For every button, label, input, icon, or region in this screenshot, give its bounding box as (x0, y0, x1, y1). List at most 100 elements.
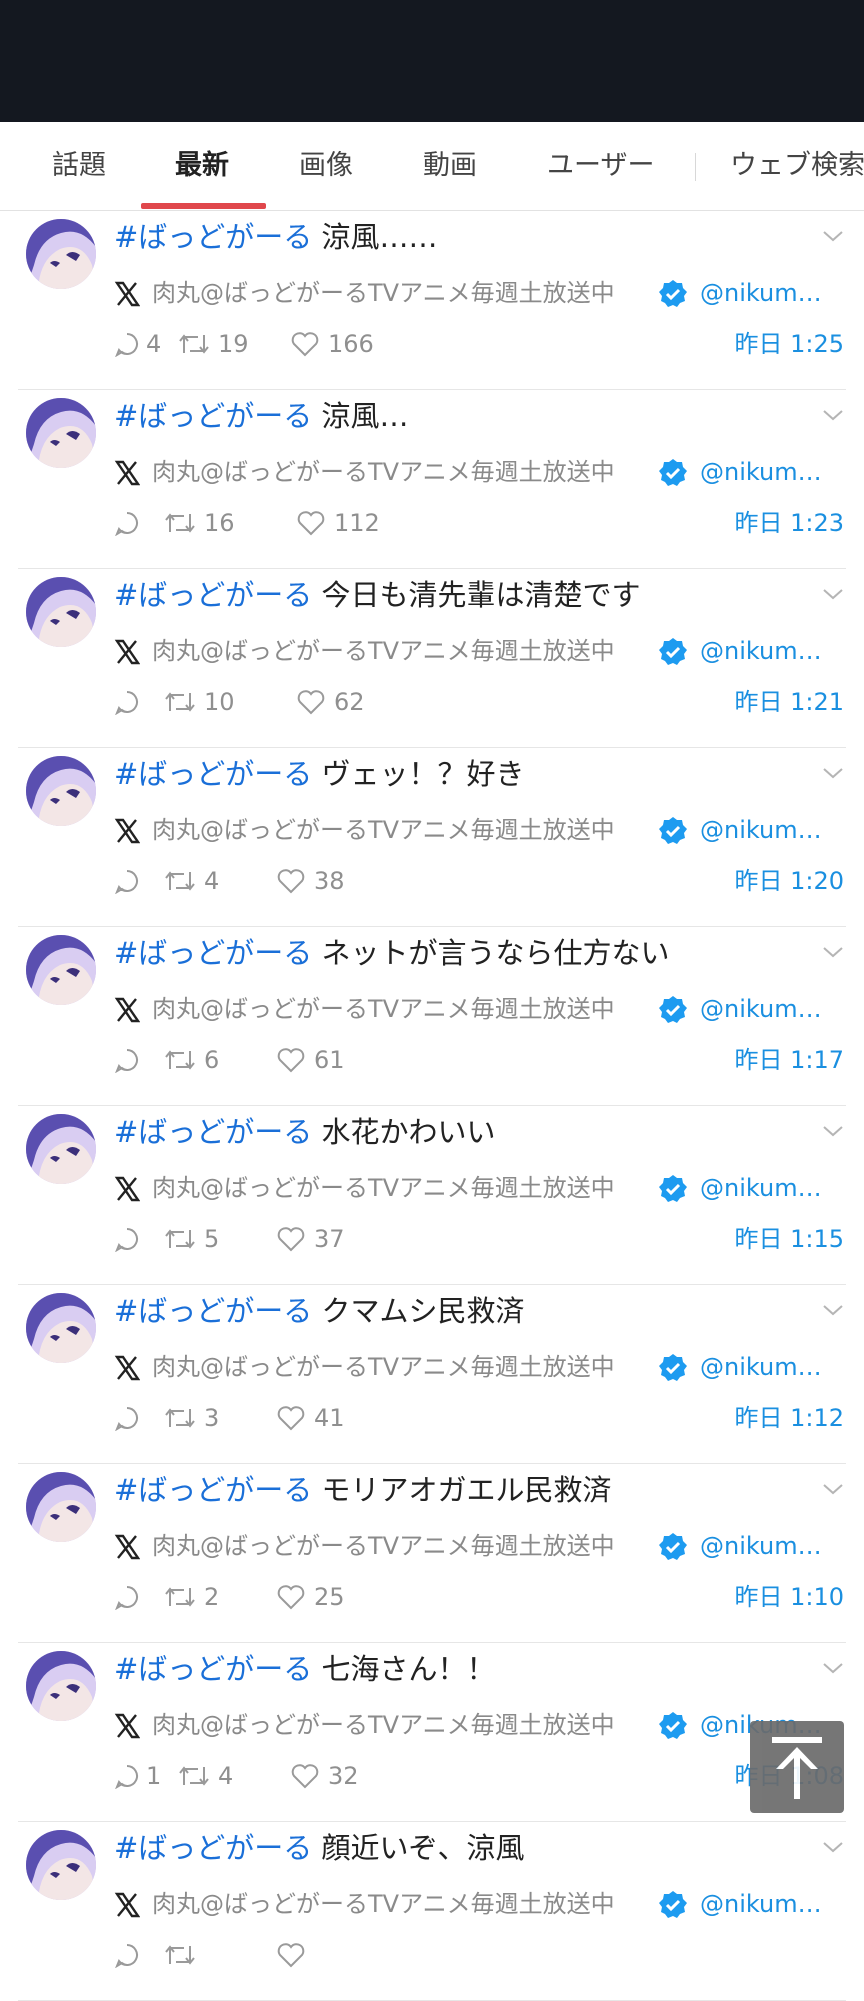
repost-count: 2 (204, 1583, 220, 1611)
chevron-down-icon[interactable] (822, 587, 844, 601)
like-count: 112 (334, 509, 380, 537)
author-name[interactable]: 肉丸@ばっどがーるTVアニメ毎週土放送中 (152, 1172, 626, 1204)
post-text: #ばっどがーる 今日も清先輩は清楚です (114, 575, 641, 615)
author-name[interactable]: 肉丸@ばっどがーるTVアニメ毎週土放送中 (152, 1351, 626, 1383)
avatar[interactable] (26, 756, 96, 826)
author-handle[interactable]: @nikumaru (700, 814, 836, 846)
hashtag-link[interactable]: #ばっどがーる (114, 1652, 312, 1686)
chevron-down-icon[interactable] (822, 408, 844, 422)
author-handle[interactable]: @nikumaru (700, 456, 836, 488)
chevron-down-icon[interactable] (822, 1840, 844, 1854)
reply-icon (115, 691, 138, 715)
chevron-down-icon[interactable] (822, 1303, 844, 1317)
post-text: #ばっどがーる ヴェッ！？好き (114, 754, 525, 794)
scroll-to-top-button[interactable] (750, 1721, 844, 1813)
post-timestamp[interactable]: 昨日 1:21 (734, 687, 844, 717)
post-timestamp[interactable]: 昨日 1:17 (734, 1045, 844, 1075)
avatar[interactable] (26, 398, 96, 468)
author-name[interactable]: 肉丸@ばっどがーるTVアニメ毎週土放送中 (152, 635, 626, 667)
tab-web-search[interactable]: ウェブ検索 (730, 122, 864, 210)
post-text: #ばっどがーる 七海さん！！ (114, 1649, 496, 1689)
hashtag-link[interactable]: #ばっどがーる (114, 1115, 312, 1149)
post-item[interactable]: #ばっどがーる モリアオガエル民救済 肉丸@ばっどがーるTVアニメ毎週土放送中 … (18, 1464, 846, 1643)
avatar[interactable] (26, 1293, 96, 1363)
like-count: 61 (314, 1046, 345, 1074)
post-timestamp[interactable]: 昨日 1:23 (734, 508, 844, 538)
author-handle[interactable]: @nikumaru (700, 635, 836, 667)
post-item[interactable]: #ばっどがーる ネットが言うなら仕方ない 肉丸@ばっどがーるTVアニメ毎週土放送… (18, 927, 846, 1106)
chevron-down-icon[interactable] (822, 229, 844, 243)
chevron-down-icon[interactable] (822, 1124, 844, 1138)
tab-videos[interactable]: 動画 (423, 122, 477, 210)
post-item[interactable]: #ばっどがーる 顔近いぞ、涼風 肉丸@ばっどがーるTVアニメ毎週土放送中 @ni… (18, 1822, 846, 2001)
author-handle[interactable]: @nikumaru (700, 1351, 836, 1383)
author-handle[interactable]: @nikumaru (700, 277, 836, 309)
active-tab-indicator (141, 203, 266, 209)
author-row: 肉丸@ばっどがーるTVアニメ毎週土放送中 @nikumaru (114, 635, 838, 667)
post-item[interactable]: #ばっどがーる クマムシ民救済 肉丸@ばっどがーるTVアニメ毎週土放送中 @ni… (18, 1285, 846, 1464)
reply-icon (115, 1049, 138, 1073)
post-timestamp[interactable]: 昨日 1:25 (734, 329, 844, 359)
reply-icon (115, 1944, 138, 1968)
post-stats: 10 62 (114, 687, 838, 717)
avatar[interactable] (26, 1830, 96, 1900)
chevron-down-icon[interactable] (822, 1482, 844, 1496)
post-item[interactable]: #ばっどがーる 涼風…… 肉丸@ばっどがーるTVアニメ毎週土放送中 @nikum… (18, 211, 846, 390)
author-name[interactable]: 肉丸@ばっどがーるTVアニメ毎週土放送中 (152, 1888, 626, 1920)
avatar[interactable] (26, 577, 96, 647)
avatar[interactable] (26, 1651, 96, 1721)
repost-count: 4 (204, 867, 220, 895)
tab-topics[interactable]: 話題 (52, 122, 106, 210)
avatar[interactable] (26, 1472, 96, 1542)
post-item[interactable]: #ばっどがーる ヴェッ！？好き 肉丸@ばっどがーるTVアニメ毎週土放送中 @ni… (18, 748, 846, 927)
avatar[interactable] (26, 1114, 96, 1184)
repost-count: 19 (218, 330, 249, 358)
hashtag-link[interactable]: #ばっどがーる (114, 757, 312, 791)
author-name[interactable]: 肉丸@ばっどがーるTVアニメ毎週土放送中 (152, 993, 626, 1025)
hashtag-link[interactable]: #ばっどがーる (114, 220, 312, 254)
post-timestamp[interactable]: 昨日 1:10 (734, 1582, 844, 1612)
author-name[interactable]: 肉丸@ばっどがーるTVアニメ毎週土放送中 (152, 1530, 626, 1562)
author-handle[interactable]: @nikumaru (700, 1530, 836, 1562)
post-item[interactable]: #ばっどがーる 涼風… 肉丸@ばっどがーるTVアニメ毎週土放送中 @nikuma… (18, 390, 846, 569)
author-handle[interactable]: @nikumaru (700, 1888, 836, 1920)
hashtag-link[interactable]: #ばっどがーる (114, 936, 312, 970)
tab-latest[interactable]: 最新 (175, 122, 229, 210)
repost-icon (179, 334, 209, 354)
post-stats: 4 38 (114, 866, 838, 896)
heart-icon (277, 869, 305, 894)
tab-users[interactable]: ユーザー (547, 122, 654, 210)
post-item[interactable]: #ばっどがーる 七海さん！！ 肉丸@ばっどがーるTVアニメ毎週土放送中 @nik… (18, 1643, 846, 1822)
post-item[interactable]: #ばっどがーる 今日も清先輩は清楚です 肉丸@ばっどがーるTVアニメ毎週土放送中… (18, 569, 846, 748)
post-item[interactable]: #ばっどがーる 水花かわいい 肉丸@ばっどがーるTVアニメ毎週土放送中 @nik… (18, 1106, 846, 1285)
post-text: #ばっどがーる 水花かわいい (114, 1112, 496, 1152)
post-text: #ばっどがーる 涼風…… (114, 217, 438, 257)
x-logo-icon (114, 1713, 140, 1739)
author-handle[interactable]: @nikumaru (700, 993, 836, 1025)
x-logo-icon (114, 460, 140, 486)
post-timestamp[interactable]: 昨日 1:15 (734, 1224, 844, 1254)
hashtag-link[interactable]: #ばっどがーる (114, 399, 312, 433)
chevron-down-icon[interactable] (822, 945, 844, 959)
tab-images[interactable]: 画像 (299, 122, 353, 210)
author-name[interactable]: 肉丸@ばっどがーるTVアニメ毎週土放送中 (152, 1709, 626, 1741)
heart-icon (291, 1764, 319, 1789)
chevron-down-icon[interactable] (822, 766, 844, 780)
hashtag-link[interactable]: #ばっどがーる (114, 1294, 312, 1328)
avatar[interactable] (26, 219, 96, 289)
author-row: 肉丸@ばっどがーるTVアニメ毎週土放送中 @nikumaru (114, 456, 838, 488)
hashtag-link[interactable]: #ばっどがーる (114, 578, 312, 612)
avatar[interactable] (26, 935, 96, 1005)
author-name[interactable]: 肉丸@ばっどがーるTVアニメ毎週土放送中 (152, 277, 626, 309)
x-logo-icon (114, 1534, 140, 1560)
chevron-down-icon[interactable] (822, 1661, 844, 1675)
x-logo-icon (114, 1176, 140, 1202)
author-name[interactable]: 肉丸@ばっどがーるTVアニメ毎週土放送中 (152, 814, 626, 846)
post-text: #ばっどがーる モリアオガエル民救済 (114, 1470, 612, 1510)
author-handle[interactable]: @nikumaru (700, 1172, 836, 1204)
hashtag-link[interactable]: #ばっどがーる (114, 1831, 312, 1865)
post-timestamp[interactable]: 昨日 1:20 (734, 866, 844, 896)
hashtag-link[interactable]: #ばっどがーる (114, 1473, 312, 1507)
post-timestamp[interactable]: 昨日 1:12 (734, 1403, 844, 1433)
author-name[interactable]: 肉丸@ばっどがーるTVアニメ毎週土放送中 (152, 456, 626, 488)
